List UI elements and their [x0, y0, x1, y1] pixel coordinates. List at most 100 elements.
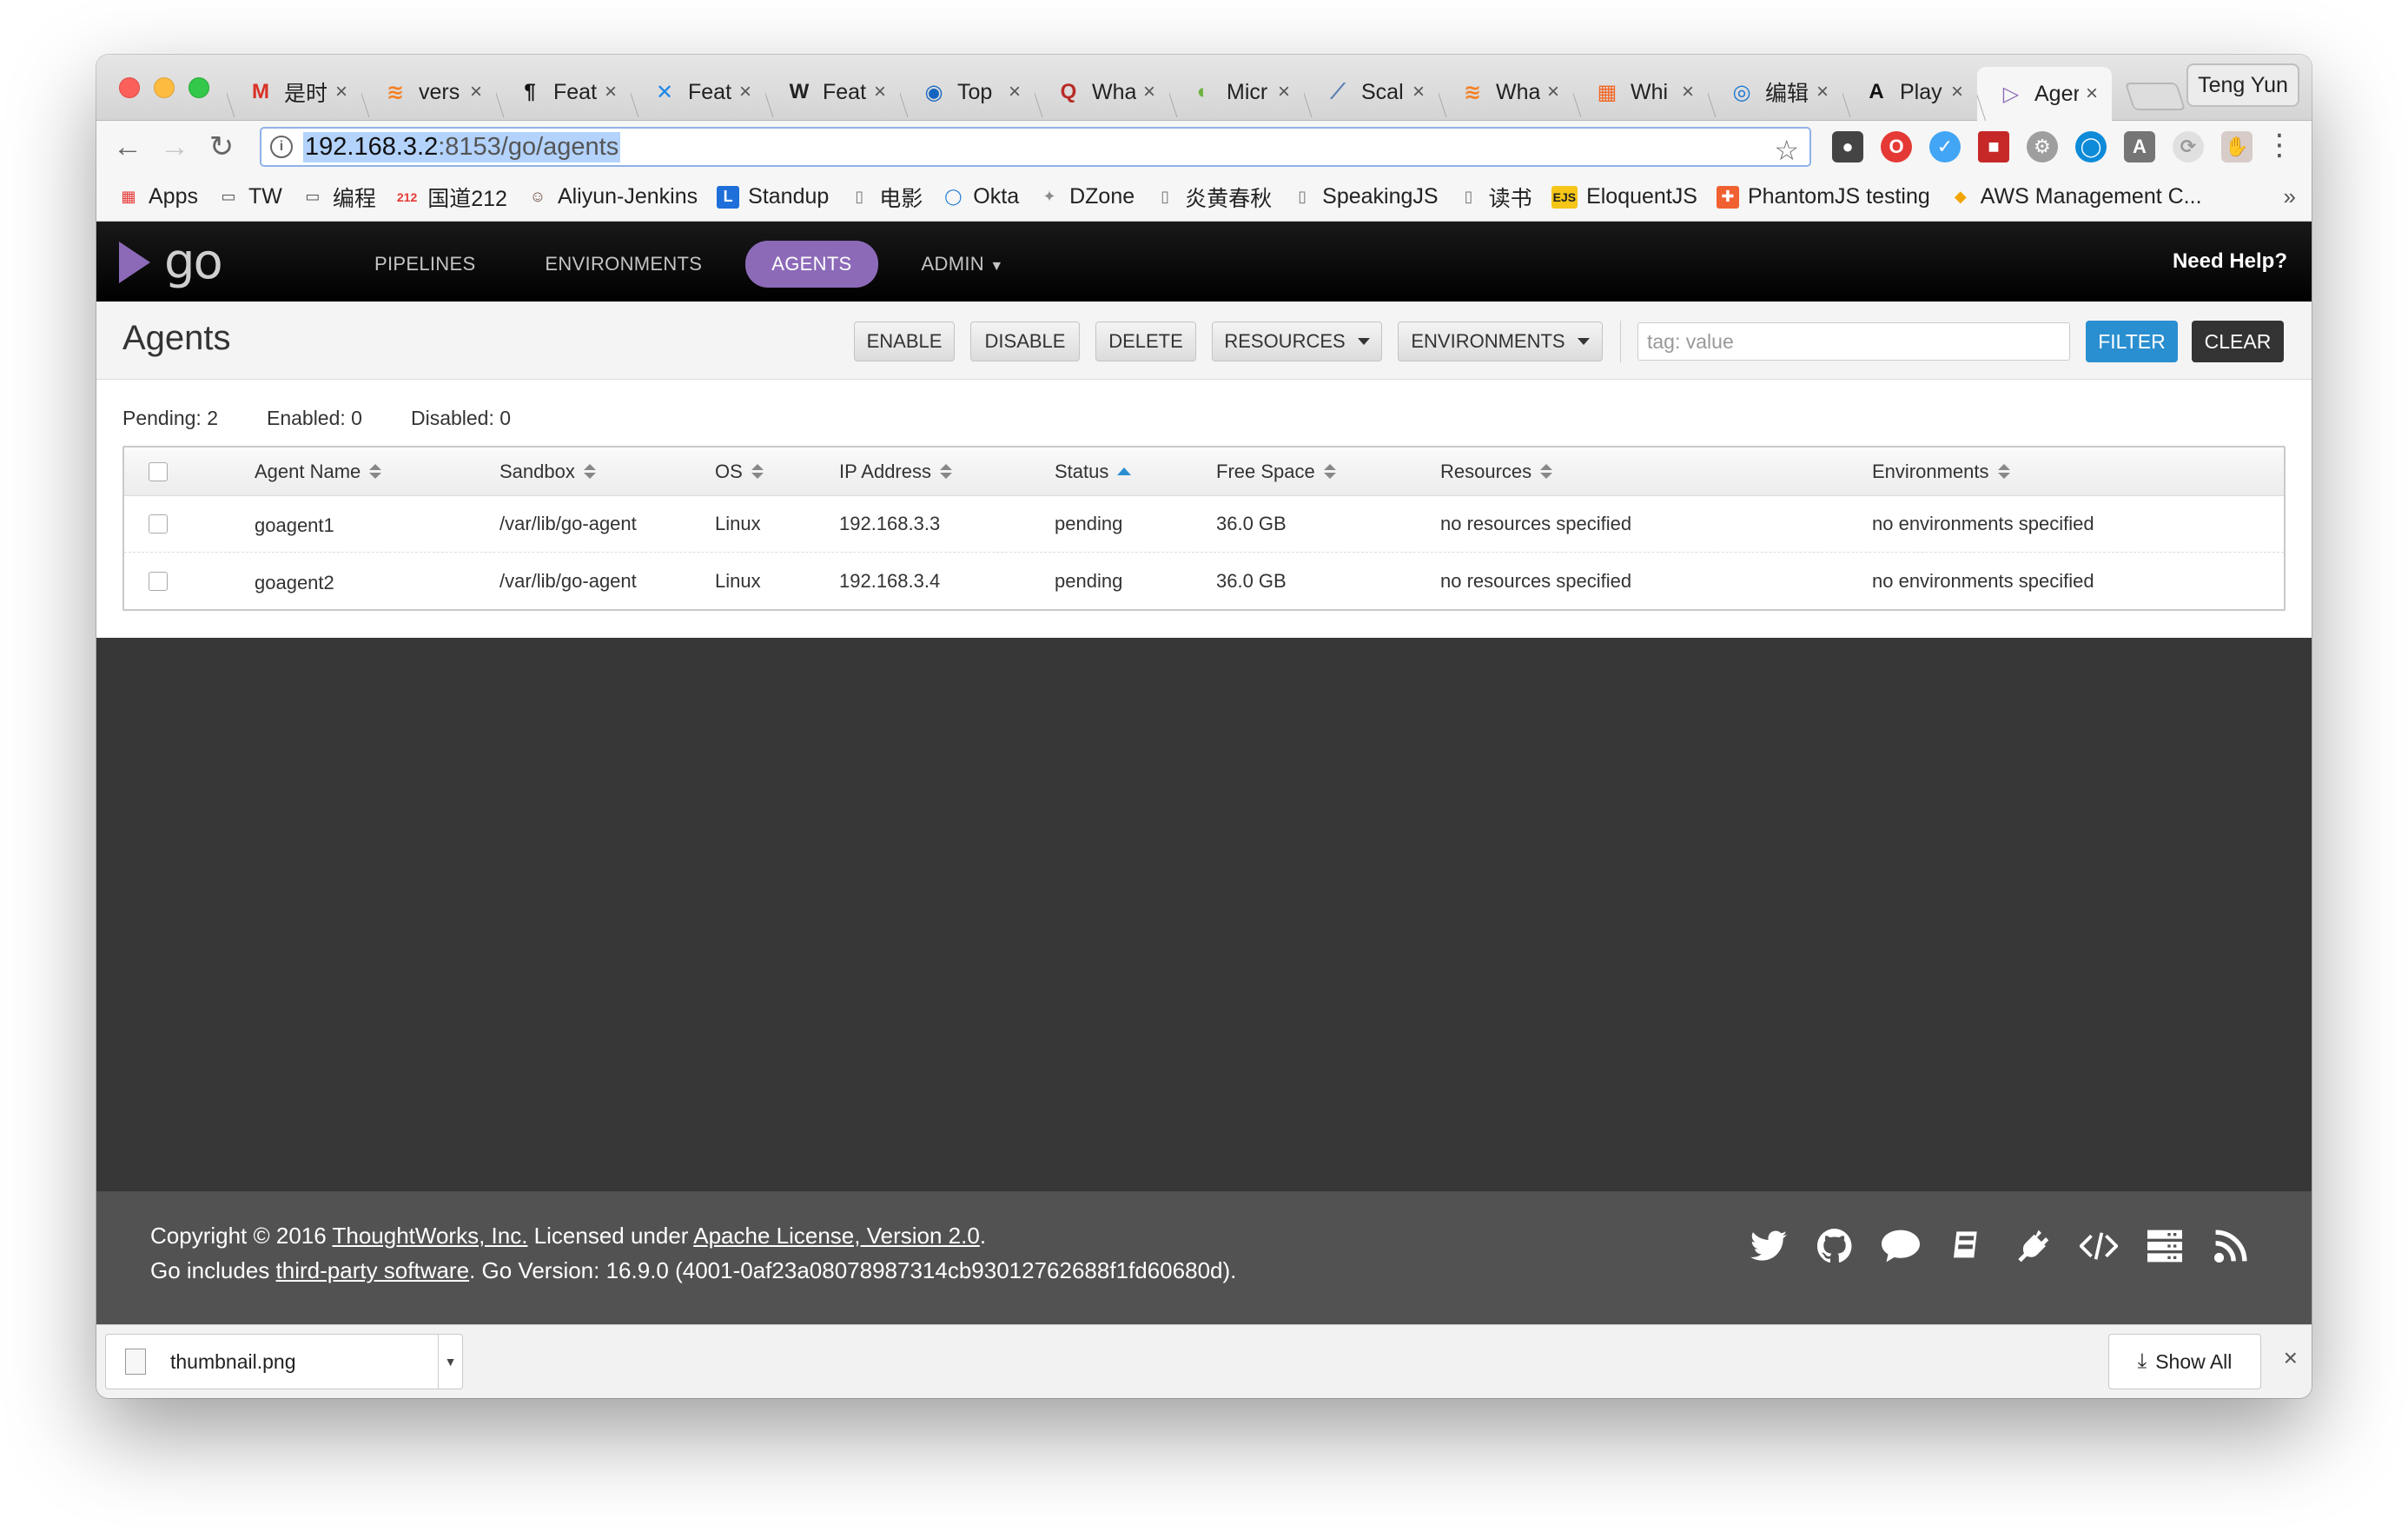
apache-license-link[interactable]: Apache License, Version 2.0 — [693, 1223, 980, 1249]
profile-button[interactable]: Teng Yun — [2186, 63, 2299, 107]
bookmark-item[interactable]: L Standup — [717, 184, 829, 209]
tab-close-icon[interactable]: × — [874, 80, 886, 104]
browser-menu-icon[interactable]: ⋮ — [2265, 129, 2294, 161]
browser-tab[interactable]: M 是时 × — [227, 67, 361, 117]
bookmark-item[interactable]: ▦ Apps — [117, 184, 198, 209]
bookmark-item[interactable]: ▯ 电影 — [848, 182, 923, 213]
clear-button[interactable]: CLEAR — [2192, 321, 2284, 362]
documentation-book-icon[interactable] — [1947, 1226, 1987, 1266]
forward-button[interactable]: → — [159, 130, 190, 163]
bookmark-item[interactable]: ◆ AWS Management C... — [1949, 184, 2202, 209]
tag-filter-input[interactable]: tag: value — [1637, 322, 2070, 361]
browser-tab[interactable]: ▷ Ager × — [1977, 67, 2112, 121]
angular-extension-icon[interactable]: A — [2124, 131, 2155, 162]
need-help-link[interactable]: Need Help? — [2173, 249, 2287, 274]
delete-button[interactable]: DELETE — [1095, 322, 1196, 361]
tab-close-icon[interactable]: × — [470, 80, 482, 104]
bookmark-item[interactable]: ▭ 编程 — [301, 182, 376, 213]
bookmarks-overflow-icon[interactable]: » — [2284, 183, 2296, 210]
bookmark-item[interactable]: ▯ SpeakingJS — [1291, 184, 1438, 209]
tab-close-icon[interactable]: × — [1009, 80, 1021, 104]
server-icon[interactable] — [2145, 1226, 2185, 1266]
settings-extension-icon[interactable]: ⚙ — [2027, 131, 2058, 162]
browser-tab[interactable]: ✕ Feat × — [631, 67, 765, 117]
evernote-extension-icon[interactable]: ● — [1832, 131, 1863, 162]
bookmark-item[interactable]: ☺ Aliyun-Jenkins — [526, 184, 698, 209]
sync-extension-icon[interactable]: ⟳ — [2173, 131, 2204, 162]
browser-tab[interactable]: ⟋ Scal × — [1304, 67, 1439, 117]
download-item[interactable]: thumbnail.png ▼ — [105, 1334, 463, 1389]
code-icon[interactable] — [2079, 1226, 2119, 1266]
tab-close-icon[interactable]: × — [739, 80, 751, 104]
tab-close-icon[interactable]: × — [1143, 80, 1155, 104]
reload-button[interactable]: ↻ — [206, 130, 237, 163]
tab-close-icon[interactable]: × — [605, 80, 617, 104]
browser-tab[interactable]: ◐ Micr × — [1169, 67, 1304, 117]
col-ip-address[interactable]: IP Address — [839, 447, 952, 495]
row-checkbox[interactable] — [149, 514, 168, 534]
browser-tab[interactable]: ≋ Wha × — [1439, 67, 1573, 117]
thoughtworks-link[interactable]: ThoughtWorks, Inc. — [332, 1223, 527, 1249]
tab-close-icon[interactable]: × — [1278, 80, 1290, 104]
bookmark-item[interactable]: EJS EloquentJS — [1551, 184, 1697, 209]
close-download-bar-icon[interactable]: × — [2284, 1344, 2298, 1372]
environments-dropdown[interactable]: ENVIRONMENTS — [1398, 322, 1603, 361]
select-all-checkbox[interactable] — [149, 461, 168, 481]
browser-tab[interactable]: ◎ 编辑 × — [1708, 67, 1842, 117]
browser-tab[interactable]: ◉ Top × — [900, 67, 1035, 117]
tab-close-icon[interactable]: × — [1682, 80, 1694, 104]
third-party-link[interactable]: third-party software — [276, 1257, 470, 1283]
bookmark-item[interactable]: ▭ TW — [217, 184, 281, 209]
go-logo[interactable]: go — [119, 234, 223, 290]
browser-tab[interactable]: Q Wha × — [1035, 67, 1169, 117]
tab-close-icon[interactable]: × — [335, 80, 347, 104]
bookmark-item[interactable]: 212 国道212 — [395, 182, 507, 213]
plugin-icon[interactable] — [2013, 1226, 2053, 1266]
rss-feed-icon[interactable] — [2211, 1226, 2251, 1266]
tab-close-icon[interactable]: × — [1951, 80, 1963, 104]
download-options-caret-icon[interactable]: ▼ — [438, 1335, 462, 1389]
address-bar[interactable]: i 192.168.3.2:8153/go/agents ☆ — [260, 127, 1811, 167]
disable-button[interactable]: DISABLE — [970, 322, 1080, 361]
info-icon[interactable]: i — [270, 136, 293, 158]
nav-pipelines[interactable]: PIPELINES — [348, 241, 501, 288]
vpn-extension-icon[interactable]: ✓ — [1929, 131, 1961, 162]
tab-close-icon[interactable]: × — [1412, 80, 1425, 104]
hand-extension-icon[interactable]: ✋ — [2221, 131, 2253, 162]
col-sandbox[interactable]: Sandbox — [499, 447, 596, 495]
browser-tab[interactable]: ¶ Feat × — [496, 67, 631, 117]
bookmark-item[interactable]: ◯ Okta — [942, 184, 1019, 209]
twitter-icon[interactable] — [1749, 1226, 1789, 1266]
bookmark-item[interactable]: ✚ PhantomJS testing — [1716, 184, 1930, 209]
tab-close-icon[interactable]: × — [1816, 80, 1829, 104]
enable-button[interactable]: ENABLE — [854, 322, 955, 361]
row-checkbox[interactable] — [149, 571, 168, 591]
bookmark-item[interactable]: ▯ 炎黄春秋 — [1154, 182, 1272, 213]
url-text[interactable]: 192.168.3.2:8153/go/agents — [303, 131, 621, 162]
bookmark-item[interactable]: ▯ 读书 — [1458, 182, 1532, 213]
circle-extension-icon[interactable]: ◯ — [2075, 131, 2107, 162]
opera-extension-icon[interactable]: O — [1881, 131, 1912, 162]
col-free-space[interactable]: Free Space — [1216, 447, 1336, 495]
book-extension-icon[interactable]: ■ — [1978, 131, 2009, 162]
new-tab-button[interactable] — [2124, 83, 2186, 110]
tab-close-icon[interactable]: × — [2086, 82, 2098, 106]
col-os[interactable]: OS — [715, 447, 764, 495]
browser-tab[interactable]: A Play × — [1842, 67, 1977, 117]
filter-button[interactable]: FILTER — [2086, 321, 2178, 362]
resources-dropdown[interactable]: RESOURCES — [1212, 322, 1382, 361]
browser-tab[interactable]: ▦ Whi × — [1573, 67, 1708, 117]
agent-name[interactable]: goagent1 — [255, 498, 334, 554]
bookmark-item[interactable]: ✦ DZone — [1038, 184, 1135, 209]
col-resources[interactable]: Resources — [1440, 447, 1553, 495]
bookmark-star-icon[interactable]: ☆ — [1774, 134, 1799, 167]
chat-bubble-icon[interactable] — [1881, 1226, 1921, 1266]
col-status[interactable]: Status — [1055, 447, 1132, 495]
col-environments[interactable]: Environments — [1872, 447, 2010, 495]
close-window-button[interactable] — [119, 77, 140, 98]
back-button[interactable]: ← — [112, 130, 143, 163]
browser-tab[interactable]: ≋ vers × — [361, 67, 496, 117]
nav-agents[interactable]: AGENTS — [745, 241, 878, 288]
show-all-downloads-button[interactable]: ⤓ Show All — [2108, 1334, 2261, 1389]
col-agent-name[interactable]: Agent Name — [255, 447, 382, 495]
